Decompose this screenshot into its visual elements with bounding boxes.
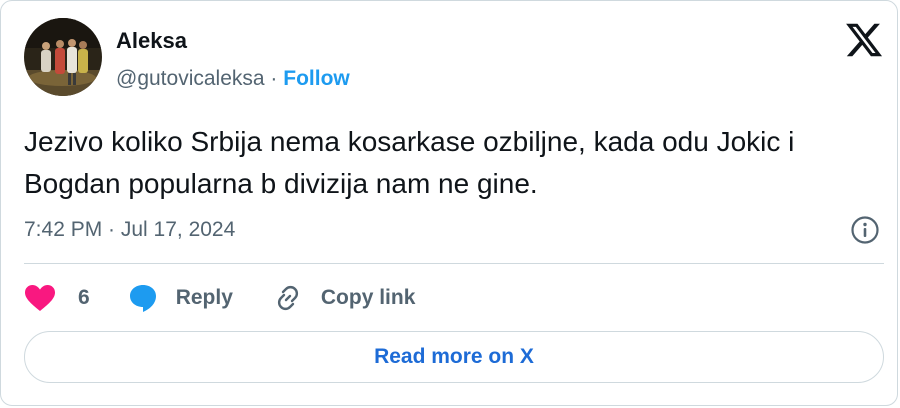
meta-separator: · bbox=[270, 67, 278, 90]
author-meta: @gutovicaleksa · Follow bbox=[116, 66, 350, 92]
tweet-card: Aleksa @gutovicaleksa · Follow Jezivo ko… bbox=[0, 0, 898, 406]
follow-button[interactable]: Follow bbox=[283, 67, 350, 90]
tweet-timestamp[interactable]: 7:42 PM · Jul 17, 2024 bbox=[24, 216, 235, 244]
like-button[interactable]: 6 bbox=[24, 284, 90, 312]
avatar-photo bbox=[24, 18, 102, 96]
tweet-text: Jezivo koliko Srbija nema kosarkase ozbi… bbox=[24, 126, 795, 199]
divider bbox=[24, 263, 884, 264]
copy-link-label: Copy link bbox=[320, 286, 416, 309]
speech-bubble-icon bbox=[129, 285, 156, 312]
avatar[interactable] bbox=[24, 18, 102, 96]
action-bar: 6 Reply Copy link bbox=[24, 281, 415, 315]
x-logo-icon[interactable] bbox=[844, 20, 884, 60]
link-icon bbox=[277, 285, 298, 311]
copy-link-button[interactable]: Copy link bbox=[273, 283, 416, 313]
author-name[interactable]: Aleksa bbox=[116, 28, 350, 54]
reply-button[interactable]: Reply bbox=[128, 283, 233, 313]
read-more-button[interactable]: Read more on X bbox=[24, 331, 884, 383]
heart-icon bbox=[25, 285, 55, 311]
like-count: 6 bbox=[78, 286, 90, 309]
author-handle[interactable]: @gutovicaleksa bbox=[116, 67, 265, 90]
author-block: Aleksa @gutovicaleksa · Follow bbox=[116, 28, 350, 92]
reply-label: Reply bbox=[175, 286, 233, 309]
info-icon[interactable] bbox=[850, 215, 880, 245]
